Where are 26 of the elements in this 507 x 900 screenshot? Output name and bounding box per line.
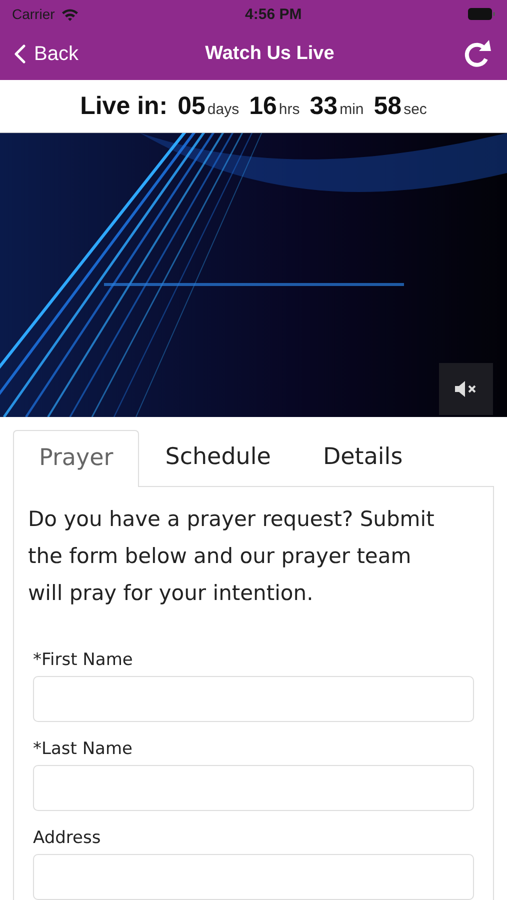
countdown-unit: hrs xyxy=(278,100,300,118)
tab[interactable]: Prayer xyxy=(13,430,140,487)
intro-text: Do you have a prayer request? Submit the form below and our prayer team will pray for your intention. xyxy=(28,506,436,607)
carrier-label: Carrier xyxy=(12,6,55,22)
field-label: Address xyxy=(33,828,102,848)
countdown-unit: days xyxy=(207,100,240,118)
input-field[interactable] xyxy=(33,676,474,722)
back-button[interactable]: Back xyxy=(14,42,78,66)
countdown-value: 33 xyxy=(310,92,338,120)
muted-speaker-icon xyxy=(454,380,478,398)
screen-title: Watch Us Live xyxy=(205,43,334,65)
field-label: *First Name xyxy=(33,650,134,670)
input-field[interactable] xyxy=(33,854,474,900)
mute-button[interactable] xyxy=(439,363,493,415)
countdown-label: Live in: xyxy=(80,92,168,120)
wifi-icon xyxy=(60,8,79,20)
countdown-value: 58 xyxy=(374,92,402,120)
countdown-unit: sec xyxy=(404,100,427,118)
chevron-left-icon xyxy=(14,44,26,64)
field-label: *Last Name xyxy=(33,739,134,759)
battery-icon xyxy=(468,8,495,20)
countdown-value: 05 xyxy=(178,92,206,120)
status-time: 4:56 PM xyxy=(245,6,302,22)
countdown-value: 16 xyxy=(249,92,277,120)
input-field[interactable] xyxy=(33,765,474,811)
countdown-unit: min xyxy=(340,100,364,118)
